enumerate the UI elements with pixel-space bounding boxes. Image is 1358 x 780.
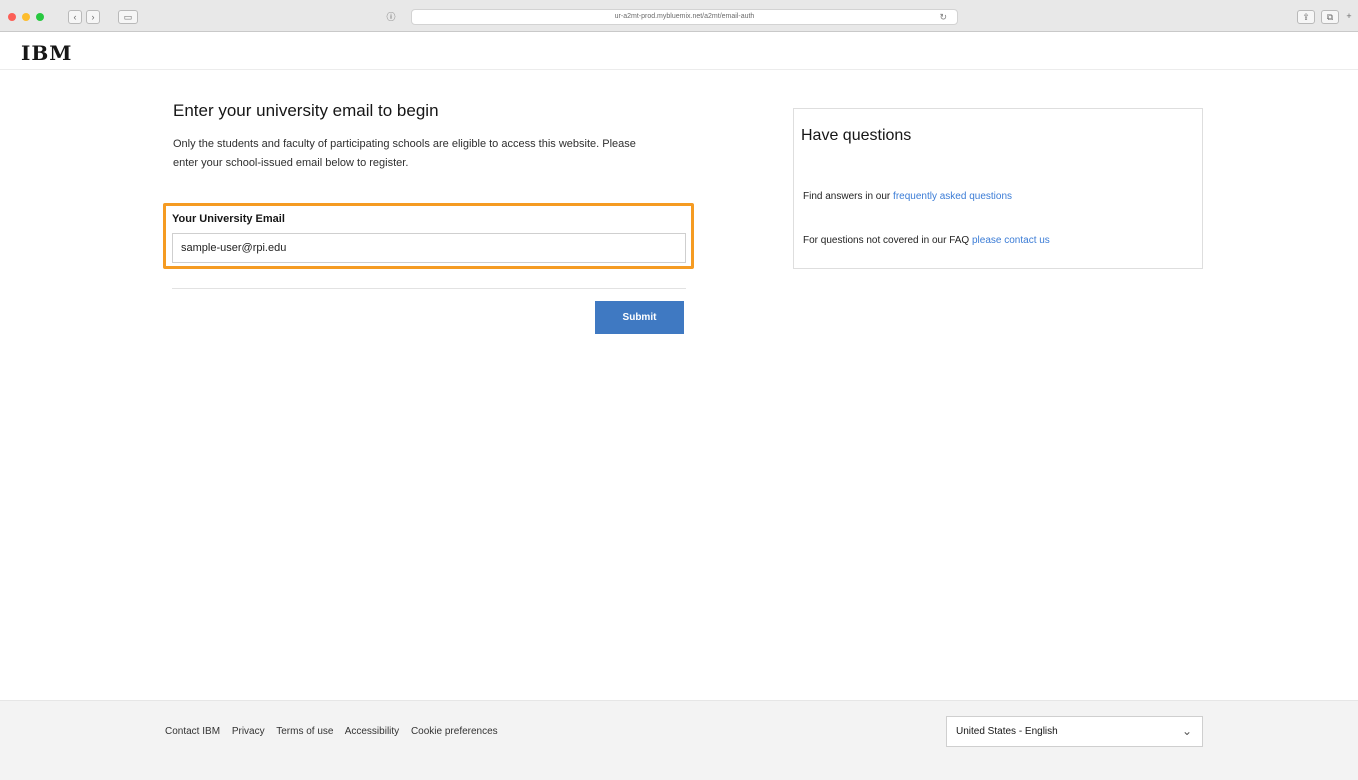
locale-value: United States - English: [956, 726, 1058, 737]
locale-select[interactable]: United States - English ⌄: [946, 716, 1203, 747]
footer-link-terms-of-use[interactable]: Terms of use: [276, 726, 333, 737]
contact-line: For questions not covered in our FAQ ple…: [803, 235, 1050, 246]
chevron-down-icon: ⌄: [1181, 724, 1192, 738]
university-email-input[interactable]: [172, 233, 686, 263]
back-button[interactable]: ‹: [68, 10, 82, 24]
site-header: IBM: [0, 32, 1358, 70]
faq-line: Find answers in our frequently asked que…: [803, 191, 1012, 202]
close-window-button[interactable]: [8, 13, 16, 21]
contact-link[interactable]: please contact us: [972, 235, 1050, 246]
email-label: Your University Email: [172, 213, 285, 225]
maximize-window-button[interactable]: [36, 13, 44, 21]
sidebar-toggle-icon[interactable]: ▭: [118, 10, 138, 24]
footer-link-privacy[interactable]: Privacy: [232, 726, 265, 737]
page-title: Enter your university email to begin: [173, 101, 439, 120]
reload-icon[interactable]: ↻: [939, 10, 947, 24]
contact-prefix: For questions not covered in our FAQ: [803, 235, 972, 246]
info-icon[interactable]: ⓘ: [381, 9, 401, 25]
help-title: Have questions: [801, 127, 912, 144]
minimize-window-button[interactable]: [22, 13, 30, 21]
tabs-icon[interactable]: ⧉: [1321, 10, 1339, 24]
footer-link-contact-ibm[interactable]: Contact IBM: [165, 726, 220, 737]
faq-link[interactable]: frequently asked questions: [893, 191, 1012, 202]
browser-toolbar: ‹ › ▭ ⓘ ur-a2mt-prod.mybluemix.net/a2mt/…: [0, 0, 1358, 32]
ibm-logo[interactable]: IBM: [21, 41, 72, 65]
forward-button[interactable]: ›: [86, 10, 100, 24]
form-divider: [172, 288, 686, 289]
faq-prefix: Find answers in our: [803, 191, 894, 202]
share-icon[interactable]: ⇪: [1297, 10, 1315, 24]
footer-link-accessibility[interactable]: Accessibility: [345, 726, 399, 737]
url-text: ur-a2mt-prod.mybluemix.net/a2mt/email-au…: [614, 13, 755, 20]
new-tab-icon[interactable]: +: [1342, 10, 1356, 24]
description-line-2: enter your school-issued email below to …: [173, 157, 409, 169]
address-bar[interactable]: ur-a2mt-prod.mybluemix.net/a2mt/email-au…: [411, 9, 958, 25]
submit-button[interactable]: Submit: [595, 301, 684, 334]
footer-link-cookie-preferences[interactable]: Cookie preferences: [411, 726, 498, 737]
description-line-1: Only the students and faculty of partici…: [173, 138, 636, 150]
page-description: Only the students and faculty of partici…: [173, 135, 693, 173]
footer-links: Contact IBM Privacy Terms of use Accessi…: [165, 726, 507, 737]
